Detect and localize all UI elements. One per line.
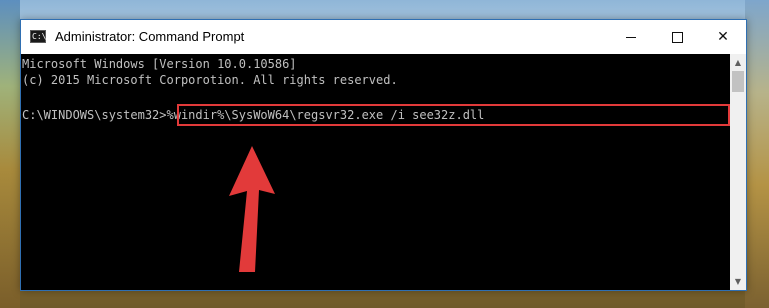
command-prompt-window: C:\ Administrator: Command Prompt ✕ Micr… bbox=[20, 19, 747, 291]
command-prompt-icon: C:\ bbox=[30, 30, 47, 43]
console-prompt: C:\WINDOWS\system32> bbox=[22, 108, 167, 122]
title-bar[interactable]: C:\ Administrator: Command Prompt ✕ bbox=[21, 20, 746, 54]
close-icon: ✕ bbox=[717, 29, 729, 45]
minimize-button[interactable] bbox=[608, 20, 654, 54]
close-button[interactable]: ✕ bbox=[700, 20, 746, 54]
maximize-icon bbox=[671, 31, 683, 43]
console-line-copyright: (c) 2015 Microsoft Corporotion. All righ… bbox=[22, 73, 398, 87]
scroll-up-arrow-icon[interactable]: ▲ bbox=[730, 54, 746, 71]
console-output[interactable]: Microsoft Windows [Version 10.0.10586] (… bbox=[21, 54, 730, 290]
scroll-down-arrow-icon[interactable]: ▼ bbox=[730, 273, 746, 290]
window-title: Administrator: Command Prompt bbox=[55, 29, 245, 44]
scrollbar-thumb[interactable] bbox=[732, 71, 744, 92]
desktop-background-right bbox=[745, 0, 769, 308]
annotation-arrow-icon bbox=[229, 146, 275, 272]
command-highlight-box bbox=[177, 104, 730, 126]
minimize-icon bbox=[626, 36, 636, 38]
console-line-version: Microsoft Windows [Version 10.0.10586] bbox=[22, 57, 297, 71]
maximize-button[interactable] bbox=[654, 20, 700, 54]
desktop-background-left bbox=[0, 0, 20, 308]
vertical-scrollbar[interactable]: ▲ ▼ bbox=[730, 54, 746, 290]
